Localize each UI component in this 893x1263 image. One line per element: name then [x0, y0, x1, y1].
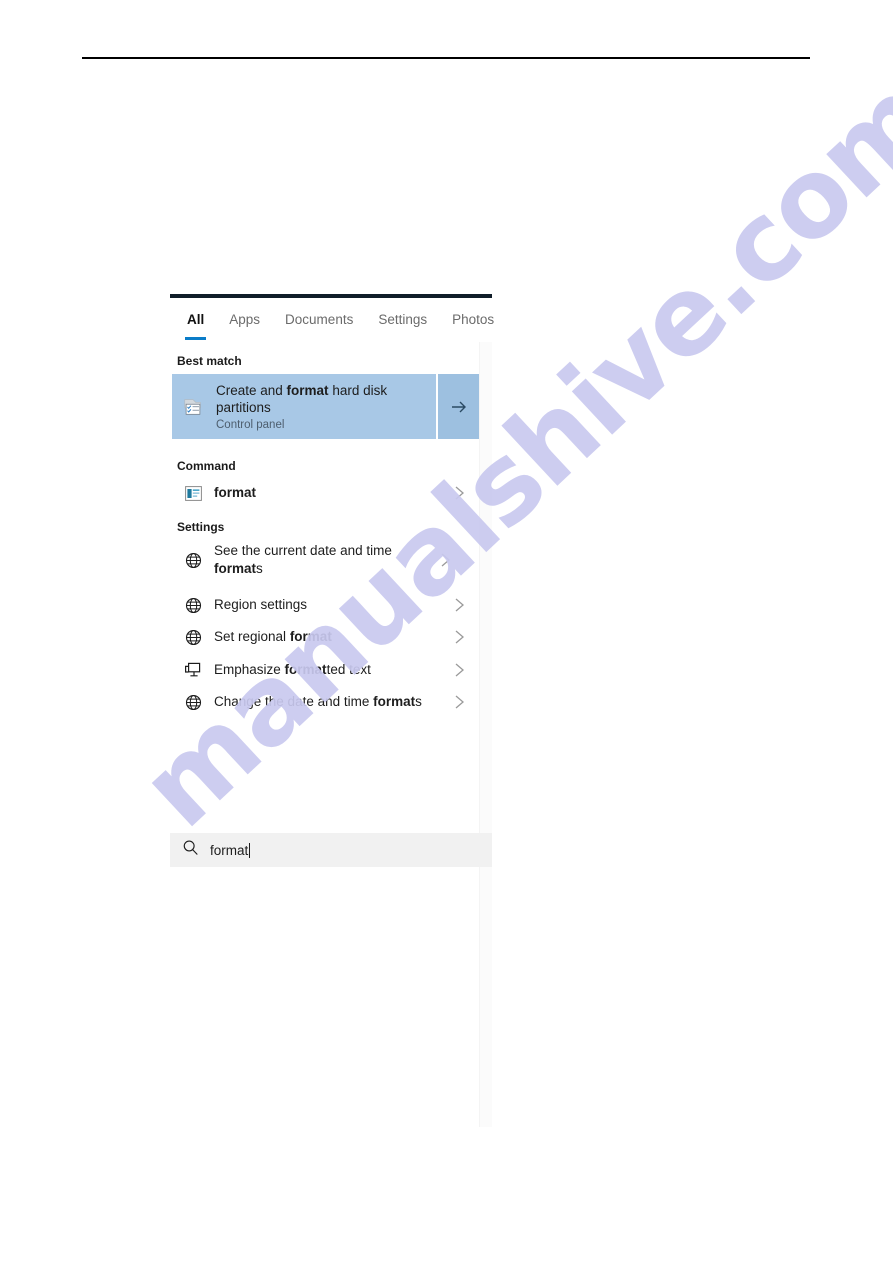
globe-icon [182, 694, 204, 711]
chevron-right-icon[interactable] [446, 694, 472, 710]
search-results-area: Best match Create and format hard disk p… [170, 342, 492, 1127]
section-header-command: Command [177, 459, 236, 473]
tab-documents-label: Documents [285, 311, 354, 327]
tab-settings-label: Settings [378, 311, 428, 327]
search-icon [182, 839, 199, 861]
monitor-icon [182, 662, 204, 679]
best-match-open-arrow-button[interactable] [436, 374, 480, 439]
search-filter-tabs: All Apps Documents Settings Photos M [170, 298, 494, 342]
best-match-subtitle: Control panel [216, 419, 285, 431]
section-header-best-match: Best match [177, 354, 242, 368]
result-label: Emphasize formatted text [214, 662, 371, 677]
chevron-right-icon[interactable] [446, 597, 472, 613]
result-label: Region settings [214, 597, 308, 612]
result-label: See the current date and time formats [214, 543, 392, 576]
result-row-set-regional-format[interactable]: Set regional format [172, 624, 472, 650]
result-row-command-format[interactable]: format [172, 480, 472, 506]
best-match-title: Create and format hard disk partitions [216, 383, 388, 415]
results-scrollbar[interactable] [479, 342, 492, 1127]
best-match-texts: Create and format hard disk partitions C… [216, 382, 416, 431]
tab-apps[interactable]: Apps [229, 312, 260, 329]
best-match-result[interactable]: Create and format hard disk partitions C… [172, 374, 480, 439]
result-label: Set regional format [214, 629, 332, 644]
result-row-see-date-time-formats[interactable]: See the current date and time formats [172, 539, 472, 581]
tab-active-underline [185, 336, 207, 340]
tab-apps-label: Apps [229, 311, 261, 327]
console-window-icon [182, 485, 204, 501]
chevron-right-icon[interactable] [432, 552, 458, 568]
result-label: format [214, 485, 257, 500]
search-input-value[interactable]: format [210, 842, 251, 858]
tab-photos-label: Photos [452, 311, 495, 327]
best-match-main[interactable]: Create and format hard disk partitions C… [172, 374, 436, 439]
hard-disk-partitions-icon [182, 395, 204, 419]
result-row-region-settings[interactable]: Region settings [172, 592, 472, 618]
globe-icon [182, 629, 204, 646]
tab-all[interactable]: All [185, 311, 207, 340]
text-caret [249, 842, 251, 858]
chevron-right-icon[interactable] [446, 485, 472, 501]
tab-photos[interactable]: Photos [452, 312, 494, 329]
start-menu-search-panel: All Apps Documents Settings Photos M Bes… [170, 294, 494, 1127]
globe-icon [182, 597, 204, 614]
arrow-right-icon [452, 401, 466, 412]
tab-all-label: All [187, 311, 205, 327]
tab-documents[interactable]: Documents [285, 312, 353, 329]
chevron-right-icon[interactable] [446, 662, 472, 678]
result-row-emphasize-formatted-text[interactable]: Emphasize formatted text [172, 657, 472, 683]
search-results-list: Best match Create and format hard disk p… [170, 342, 480, 1127]
search-input-bar[interactable]: format [170, 833, 492, 867]
page-top-rule [82, 57, 810, 59]
section-header-settings: Settings [177, 520, 225, 534]
chevron-right-icon[interactable] [446, 629, 472, 645]
globe-icon [182, 552, 204, 569]
result-label: Change the date and time formats [214, 694, 422, 709]
tab-settings[interactable]: Settings [378, 312, 427, 329]
result-row-change-date-time-formats[interactable]: Change the date and time formats [172, 689, 472, 715]
